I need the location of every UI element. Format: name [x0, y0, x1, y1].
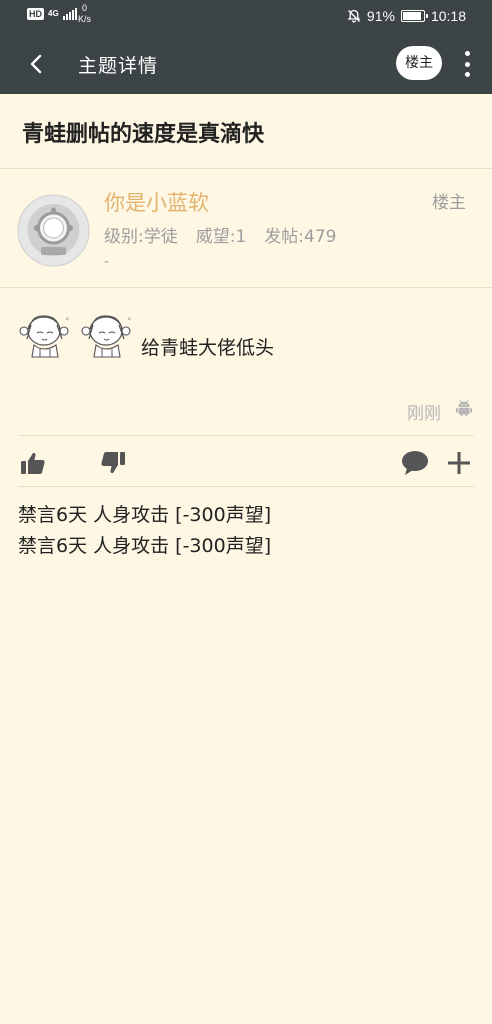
network-indicators: HD 4G [27, 7, 77, 20]
page-title: 主题详情 [78, 55, 159, 77]
comment-icon [402, 451, 428, 475]
more-menu-button[interactable] [458, 49, 476, 79]
battery-icon [400, 10, 428, 22]
more-dot [464, 51, 470, 56]
anime-girl-sticker: 。 [19, 313, 73, 358]
author-post-count: 发帖:479 [264, 227, 337, 247]
avatar[interactable] [17, 194, 90, 267]
author-name[interactable]: 你是小蓝软 [104, 187, 209, 217]
back-button[interactable] [22, 50, 50, 78]
post-time: 刚刚 [407, 404, 441, 424]
post-text: 给青蛙大佬低头 [141, 337, 275, 359]
status-right: 91% 10:18 [347, 8, 466, 24]
battery-percent: 91% [366, 8, 395, 24]
anime-girl-sticker: 。 [81, 313, 135, 358]
divider [18, 486, 474, 487]
network-speed: 0 K/s [78, 3, 91, 25]
status-bar: HD 4G 0 K/s 91% 10:18 [0, 0, 492, 34]
speed-unit: K/s [78, 14, 92, 24]
divider [0, 287, 492, 288]
notification-off-icon [347, 9, 361, 23]
divider [18, 435, 474, 436]
hd-badge: HD [27, 7, 44, 20]
divider [0, 168, 492, 169]
topic-title: 青蛙删帖的速度是真滴快 [22, 122, 265, 147]
app-bar: 主题详情 楼主 [0, 34, 492, 94]
author-reputation: 威望:1 [195, 227, 247, 247]
penalty-notice: 禁言6天 人身攻击 [-300声望] [18, 504, 272, 526]
svg-text:。: 。 [128, 313, 135, 321]
more-dot [464, 72, 470, 77]
speed-value: 0 [82, 3, 88, 13]
penalty-notice: 禁言6天 人身攻击 [-300声望] [18, 535, 272, 557]
only-op-button[interactable]: 楼主 [396, 46, 442, 80]
author-signature: - [104, 254, 110, 270]
comment-button[interactable] [400, 448, 430, 478]
network-type: 4G [48, 9, 59, 18]
dislike-button[interactable] [98, 448, 128, 478]
like-button[interactable] [18, 448, 48, 478]
android-icon [456, 399, 472, 417]
add-button[interactable] [444, 448, 474, 478]
svg-text:。: 。 [66, 313, 73, 321]
clock: 10:18 [430, 8, 466, 24]
thumb-up-icon [21, 452, 45, 474]
more-dot [464, 61, 470, 67]
add-icon [448, 452, 470, 474]
thumb-down-icon [101, 452, 125, 474]
signal-icon [62, 7, 77, 20]
author-meta: 级别:学徒 威望:1 发帖:479 [104, 222, 336, 247]
op-badge: 楼主 [432, 193, 466, 213]
chevron-left-icon [30, 54, 42, 74]
author-level: 级别:学徒 [104, 227, 178, 247]
